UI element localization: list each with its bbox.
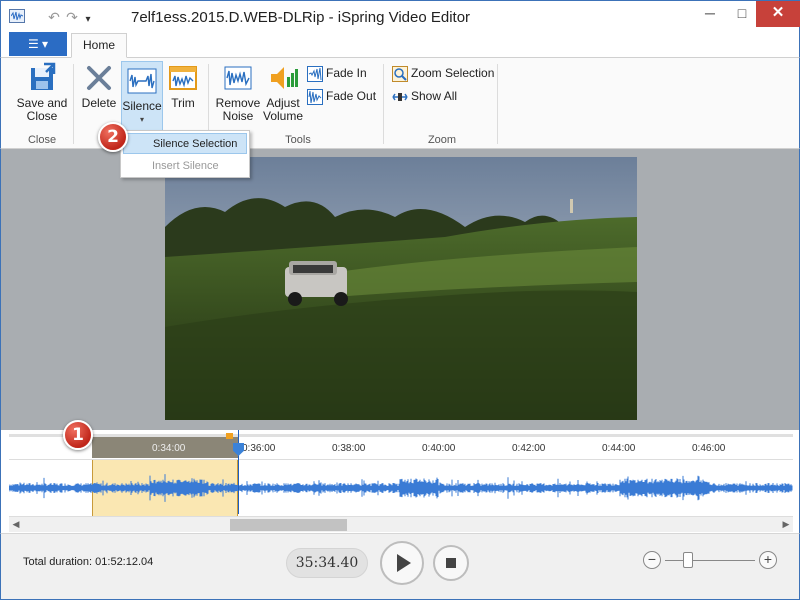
- fade-out-button[interactable]: Fade Out: [307, 89, 376, 105]
- show-all-button[interactable]: Show All: [392, 89, 457, 105]
- volume-icon: [271, 67, 298, 89]
- redo-icon[interactable]: ↷: [63, 9, 81, 26]
- customize-toolbar-icon[interactable]: ▾: [81, 14, 95, 25]
- menu-item-silence-selection[interactable]: Silence Selection: [123, 133, 247, 154]
- video-preview-area: [0, 149, 800, 430]
- ribbon-separator: [73, 64, 74, 144]
- save-icon: [31, 62, 56, 90]
- waveform-area[interactable]: [9, 459, 793, 517]
- current-time-display: 35:34.40: [286, 548, 368, 578]
- stop-button[interactable]: [433, 545, 469, 581]
- minimize-button[interactable]: ─: [695, 1, 725, 27]
- status-bar: Total duration: 01:52:12.04 35:34.40 − +: [0, 533, 800, 600]
- group-label-zoom: Zoom: [427, 134, 457, 146]
- play-button[interactable]: [380, 541, 424, 585]
- trim-label: Trim: [171, 96, 195, 110]
- waveform-path: [9, 474, 793, 502]
- remove-noise-label: Remove Noise: [215, 96, 261, 123]
- video-frame[interactable]: [165, 157, 637, 420]
- save-and-close-label: Save and Close: [16, 96, 68, 123]
- total-duration: Total duration: 01:52:12.04: [23, 556, 154, 568]
- silence-dropdown-menu: Silence Selection Insert Silence: [120, 130, 250, 178]
- tab-home[interactable]: Home: [71, 33, 127, 58]
- trim-icon: [169, 66, 197, 90]
- step-badge-2: 2: [98, 122, 128, 152]
- zoom-slider-track[interactable]: [665, 560, 755, 561]
- silence-icon: [127, 68, 157, 94]
- fade-out-icon: [307, 89, 323, 105]
- delete-icon: [87, 66, 111, 90]
- maximize-button[interactable]: □: [727, 1, 757, 27]
- menu-item-insert-silence[interactable]: Insert Silence: [123, 156, 247, 177]
- timeline: 0:34:00 0:36:00 0:38:00 0:40:00 0:42:00 …: [0, 430, 800, 533]
- group-label-close: Close: [27, 134, 57, 146]
- scroll-left-arrow[interactable]: ◀: [9, 519, 23, 530]
- trim-button[interactable]: Trim: [165, 62, 201, 128]
- adjust-volume-button[interactable]: Adjust Volume: [261, 62, 305, 128]
- app-icon[interactable]: [9, 9, 25, 23]
- remove-noise-icon: [224, 66, 252, 90]
- fade-in-label: Fade In: [326, 66, 367, 81]
- ribbon-separator: [383, 64, 384, 144]
- fade-in-button[interactable]: Fade In: [307, 66, 367, 82]
- timeline-ruler[interactable]: 0:34:00 0:36:00 0:38:00 0:40:00 0:42:00 …: [9, 434, 793, 458]
- silence-label: Silence: [122, 99, 162, 113]
- quick-access-toolbar: ↶ ↷ ▾: [45, 9, 95, 26]
- silence-button[interactable]: Silence ▾: [121, 61, 163, 133]
- tick-label: 0:46:00: [692, 443, 726, 454]
- show-all-icon: [392, 93, 408, 101]
- tick-label: 0:42:00: [512, 443, 546, 454]
- ribbon-tabs: ☰ ▾ Home: [0, 32, 800, 58]
- timeline-scrollbar[interactable]: ◀ ▶: [9, 516, 793, 532]
- scroll-right-arrow[interactable]: ▶: [779, 519, 793, 530]
- tick-label: 0:36:00: [242, 443, 276, 454]
- tick-label: 0:38:00: [332, 443, 366, 454]
- zoom-selection-icon: [392, 66, 408, 82]
- ribbon-separator: [497, 64, 498, 144]
- selection-end-marker[interactable]: [226, 433, 233, 439]
- delete-label: Delete: [81, 96, 117, 110]
- step-badge-1: 1: [63, 420, 93, 450]
- zoom-selection-button[interactable]: Zoom Selection: [392, 66, 494, 82]
- file-menu-button[interactable]: ☰ ▾: [9, 32, 67, 56]
- playhead-line: [238, 430, 239, 514]
- close-button[interactable]: ✕: [756, 1, 800, 27]
- play-icon: [397, 554, 411, 572]
- tick-label: 0:44:00: [602, 443, 636, 454]
- scrollbar-thumb[interactable]: [230, 519, 347, 531]
- save-and-close-button[interactable]: Save and Close: [13, 62, 71, 128]
- audio-waveform: [9, 474, 793, 502]
- delete-button[interactable]: Delete: [79, 62, 119, 128]
- fade-in-icon: [307, 66, 323, 82]
- undo-icon[interactable]: ↶: [45, 9, 63, 26]
- remove-noise-button[interactable]: Remove Noise: [215, 62, 261, 128]
- silence-dropdown-arrow[interactable]: ▾: [122, 113, 162, 126]
- zoom-selection-label: Zoom Selection: [411, 66, 495, 81]
- tick-label: 0:40:00: [422, 443, 456, 454]
- zoom-slider-thumb[interactable]: [683, 552, 693, 568]
- show-all-label: Show All: [411, 89, 458, 104]
- title-bar: ↶ ↷ ▾ 7elf1ess.2015.D.WEB-DLRip - iSpring …: [0, 0, 800, 32]
- fade-out-label: Fade Out: [326, 89, 377, 104]
- stop-icon: [446, 558, 456, 568]
- zoom-in-button[interactable]: +: [759, 551, 777, 569]
- window-title: 7elf1ess.2015.D.WEB-DLRip - iSpring Vide…: [131, 9, 471, 26]
- zoom-out-button[interactable]: −: [643, 551, 661, 569]
- tick-label: 0:34:00: [152, 443, 186, 454]
- adjust-volume-label: Adjust Volume: [262, 96, 304, 123]
